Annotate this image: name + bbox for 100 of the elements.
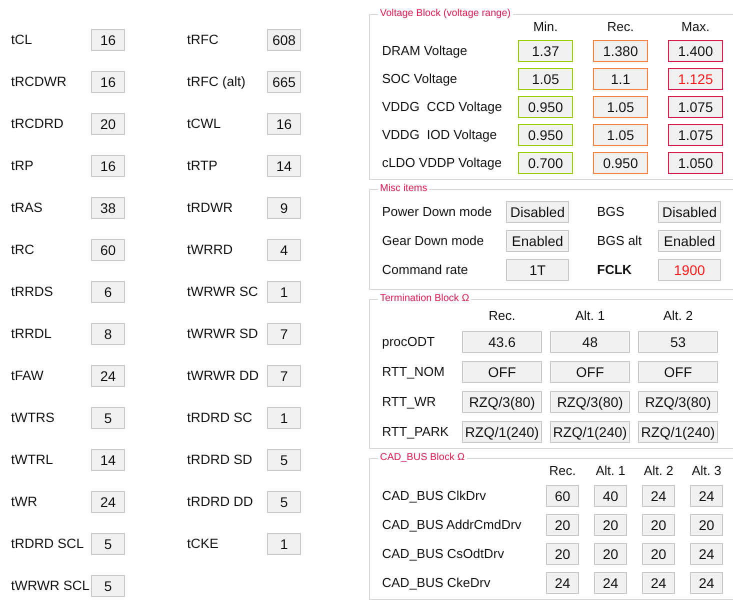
timing-label: tRDRD SD: [187, 450, 254, 469]
timing-label: tWRWR DD: [187, 366, 260, 385]
value-field: 24: [690, 572, 723, 594]
value-field: 0.950: [518, 124, 573, 146]
row-label: Power Down mode: [382, 203, 493, 222]
row-label: BGS: [596, 203, 626, 222]
value-field: 1.37: [518, 40, 573, 62]
value-field: RZQ/1(240): [638, 421, 718, 443]
row-label: RTT_NOM: [382, 363, 446, 382]
value-field: 9: [267, 197, 301, 219]
value-field: 5: [91, 407, 125, 429]
row-label: CAD_BUS ClkDrv: [382, 487, 488, 506]
value-field: 24: [91, 491, 125, 513]
timing-label: tWRWR SC: [187, 282, 259, 301]
timing-label: tCKE: [187, 534, 220, 553]
value-field: 1.075: [668, 124, 723, 146]
value-field: OFF: [550, 361, 630, 383]
timing-label: tWRWR SCL: [11, 576, 91, 595]
value-field: 4: [267, 239, 301, 261]
row-label: CAD_BUS CkeDrv: [382, 574, 492, 592]
value-field: 20: [690, 514, 723, 536]
value-field: 20: [642, 514, 675, 536]
value-field: 24: [546, 572, 579, 594]
timing-label: tRC: [11, 240, 36, 259]
value-field: 38: [91, 197, 125, 219]
value-field: 20: [642, 543, 675, 565]
value-field: RZQ/1(240): [550, 421, 630, 443]
column-header: Rec.: [548, 464, 577, 478]
value-field: 1T: [506, 259, 569, 281]
timing-label: tRDWR: [187, 198, 234, 217]
value-field: 6: [91, 281, 125, 303]
value-field: 16: [91, 71, 125, 93]
timing-label: tRAS: [11, 198, 44, 217]
value-field: 14: [91, 449, 125, 471]
value-field: 0.950: [518, 96, 573, 118]
value-field: 43.6: [462, 331, 542, 353]
row-label: FCLK: [596, 261, 633, 280]
value-field: 1.05: [593, 96, 648, 118]
value-field: 24: [642, 572, 675, 594]
timing-label: tWR: [11, 492, 38, 511]
value-field: 1.400: [668, 40, 723, 62]
value-field: 1.050: [668, 152, 723, 174]
timing-label: tCWL: [187, 114, 222, 133]
value-field: 20: [594, 543, 627, 565]
column-header: Max.: [680, 20, 711, 34]
row-label: Gear Down mode: [382, 232, 485, 250]
value-field: Disabled: [506, 201, 569, 223]
value-field: 14: [267, 155, 301, 177]
value-field: RZQ/3(80): [550, 391, 630, 413]
value-field: 1.05: [518, 68, 573, 90]
value-field: Disabled: [658, 201, 721, 223]
value-field: OFF: [638, 361, 718, 383]
timing-label: tWTRL: [11, 450, 54, 469]
value-field: 1: [267, 281, 301, 303]
timing-label: tRDRD SC: [187, 408, 254, 427]
value-field: 5: [91, 533, 125, 555]
row-label: SOC Voltage: [382, 70, 458, 88]
value-field: 20: [594, 514, 627, 536]
column-header: Alt. 2: [642, 464, 674, 478]
timing-label: tRFC (alt): [187, 72, 246, 91]
value-field: 24: [91, 365, 125, 387]
timing-label: tCL: [11, 30, 34, 49]
value-field: 16: [91, 29, 125, 51]
value-field: 0.950: [593, 152, 648, 174]
value-field: Enabled: [658, 230, 721, 252]
column-header: Alt. 1: [594, 464, 626, 478]
value-field: 608: [267, 29, 301, 51]
column-header: Alt. 1: [574, 309, 606, 323]
timing-label: tRDRD DD: [187, 492, 254, 511]
value-field: 40: [594, 485, 627, 507]
row-label: RTT_PARK: [382, 423, 450, 442]
timing-label: tRDRD SCL: [11, 534, 85, 553]
value-field: 7: [267, 323, 301, 345]
row-label: procODT: [382, 333, 436, 352]
column-header: Rec.: [606, 20, 635, 34]
value-field: 7: [267, 365, 301, 387]
value-field: 1.125: [668, 68, 723, 90]
value-field: 16: [91, 155, 125, 177]
timing-label: tWRWR SD: [187, 324, 259, 343]
value-field: 1: [267, 533, 301, 555]
value-field: RZQ/1(240): [462, 421, 542, 443]
value-field: RZQ/3(80): [462, 391, 542, 413]
timing-label: tWTRS: [11, 408, 56, 427]
timing-label: tRFC: [187, 30, 220, 49]
timing-label: tRCDWR: [11, 72, 68, 91]
column-header: Rec.: [488, 309, 516, 323]
timing-label: tRRDL: [11, 324, 53, 343]
value-field: 8: [91, 323, 125, 345]
row-label: DRAM Voltage: [382, 42, 468, 60]
row-label: Command rate: [382, 261, 469, 280]
value-field: 24: [594, 572, 627, 594]
row-label: VDDG IOD Voltage: [382, 126, 498, 144]
value-field: 20: [91, 113, 125, 135]
timing-label: tRTP: [187, 156, 219, 175]
value-field: 5: [267, 491, 301, 513]
row-label: CAD_BUS AddrCmdDrv: [382, 516, 522, 534]
value-field: 1.380: [593, 40, 648, 62]
value-field: 24: [690, 485, 723, 507]
value-field: 5: [267, 449, 301, 471]
value-field: 20: [546, 543, 579, 565]
